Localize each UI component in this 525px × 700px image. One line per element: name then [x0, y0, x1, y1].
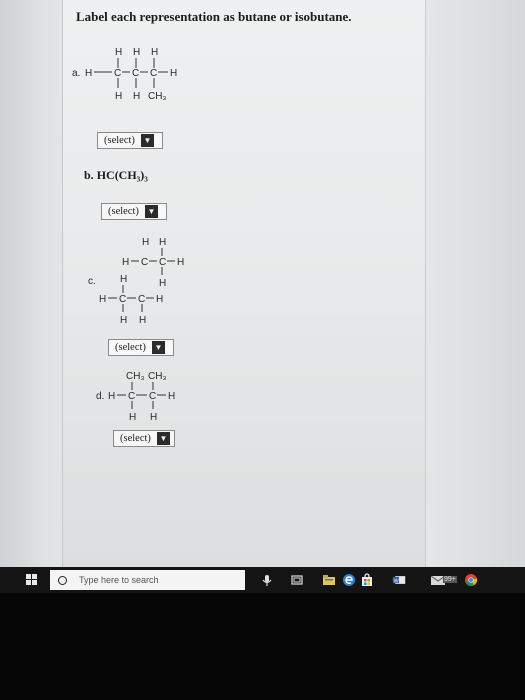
d-bottom-h1: H: [129, 412, 136, 423]
d-top-ch3-1: CH₃: [126, 371, 145, 382]
d-bottom-h2: H: [150, 412, 157, 423]
d-chain-h-left: H: [108, 391, 115, 402]
a-chain-c1: C: [114, 68, 121, 79]
select-d[interactable]: (select) ▼: [113, 430, 175, 447]
c-r3-h1: H: [120, 274, 127, 285]
dropdown-arrow-icon[interactable]: ▼: [144, 205, 158, 218]
d-label: d.: [96, 391, 104, 402]
c-r4-c2: C: [138, 294, 145, 305]
select-c-value: (select): [115, 342, 146, 353]
dropdown-arrow-icon[interactable]: ▼: [140, 134, 154, 147]
d-chain-h-right: H: [168, 391, 175, 402]
svg-text:W: W: [394, 578, 400, 584]
microphone-icon[interactable]: [260, 573, 274, 587]
file-explorer-icon[interactable]: [322, 573, 336, 587]
dropdown-arrow-icon[interactable]: ▼: [151, 341, 165, 354]
left-divider: [62, 0, 63, 567]
c-r2-h-left: H: [122, 257, 129, 268]
c-r2-c2: C: [159, 257, 166, 268]
a-top-h2: H: [133, 47, 140, 58]
a-chain-c2: C: [132, 68, 139, 79]
desk-surface: [0, 593, 525, 700]
c-r1-h2: H: [159, 237, 166, 248]
store-icon[interactable]: [360, 573, 374, 587]
structure-c: H H H C C H c. H H H C C H H H: [88, 237, 184, 326]
taskbar-search-box[interactable]: Type here to search: [50, 570, 245, 590]
windows-start-icon[interactable]: [26, 574, 37, 585]
c-label: c.: [88, 276, 96, 287]
d-chain-c2: C: [149, 391, 156, 402]
right-divider: [425, 0, 426, 567]
c-r4-h-right: H: [156, 294, 163, 305]
a-chain-h-right: H: [170, 68, 177, 79]
c-r5-h2: H: [139, 315, 146, 326]
a-label: a.: [72, 68, 80, 79]
structure-d: CH₃ CH₃ d. H C C H H H: [96, 371, 175, 423]
a-bottom-h2: H: [133, 91, 140, 102]
formula-b: b. HC(CH₃)₃: [84, 168, 148, 183]
c-r4-h-left: H: [99, 294, 106, 305]
select-c[interactable]: (select) ▼: [108, 339, 174, 356]
search-placeholder: Type here to search: [79, 575, 159, 585]
select-a-value: (select): [104, 135, 135, 146]
select-a[interactable]: (select) ▼: [97, 132, 163, 149]
a-bottom-h1: H: [115, 91, 122, 102]
d-top-ch3-2: CH₃: [148, 371, 167, 382]
cortana-icon: [58, 575, 67, 585]
task-view-icon[interactable]: [290, 573, 304, 587]
a-chain-h-left: H: [85, 68, 92, 79]
a-top-h1: H: [115, 47, 122, 58]
select-d-value: (select): [120, 433, 151, 444]
structure-a: H H H a. H C C C H H H CH₃: [72, 47, 177, 102]
select-b[interactable]: (select) ▼: [101, 203, 167, 220]
c-r1-h1: H: [142, 237, 149, 248]
a-top-h3: H: [151, 47, 158, 58]
chrome-icon[interactable]: [464, 573, 478, 587]
question-title: Label each representation as butane or i…: [76, 9, 352, 24]
edge-browser-icon[interactable]: [342, 573, 356, 587]
b-label: b.: [84, 168, 94, 182]
c-r2-h-right: H: [177, 257, 184, 268]
select-b-value: (select): [108, 206, 139, 217]
c-r2-c1: C: [141, 257, 148, 268]
c-r3-h2: H: [159, 278, 166, 289]
notification-badge: 99+: [443, 576, 457, 583]
c-r5-h1: H: [120, 315, 127, 326]
left-margin: [0, 0, 62, 567]
word-icon[interactable]: W: [392, 573, 406, 587]
c-r4-c1: C: [119, 294, 126, 305]
a-bottom-ch3: CH₃: [148, 91, 167, 102]
dropdown-arrow-icon[interactable]: ▼: [156, 432, 170, 445]
d-chain-c1: C: [128, 391, 135, 402]
b-formula: HC(CH₃)₃: [96, 168, 148, 182]
right-margin: [425, 0, 525, 567]
a-chain-c3: C: [150, 68, 157, 79]
